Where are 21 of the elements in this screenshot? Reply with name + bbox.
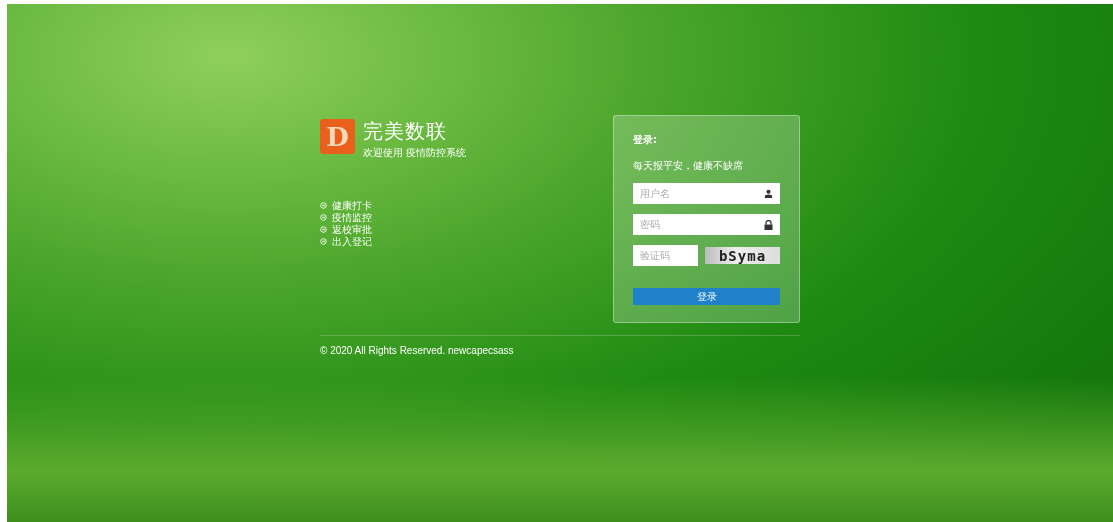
circle-arrow-icon <box>320 214 327 221</box>
username-field[interactable]: 用户名 <box>633 183 780 204</box>
login-button[interactable]: 登录 <box>633 288 780 305</box>
lock-icon <box>764 220 773 230</box>
captcha-image[interactable]: bSyma <box>705 247 780 264</box>
circle-arrow-icon <box>320 238 327 245</box>
feature-label: 出入登记 <box>332 236 372 247</box>
login-title: 登录: <box>633 133 658 147</box>
brand-subtitle: 欢迎使用 疫情防控系统 <box>363 146 467 160</box>
login-slogan: 每天报平安，健康不缺席 <box>633 159 744 173</box>
captcha-field[interactable]: 验证码 <box>633 245 698 266</box>
user-icon <box>764 189 773 198</box>
circle-arrow-icon <box>320 202 327 209</box>
copyright-text: © 2020 All Rights Reserved. newcapecsass <box>320 345 515 356</box>
logo: D <box>320 119 355 154</box>
password-field[interactable]: 密码 <box>633 214 780 235</box>
feature-label: 健康打卡 <box>332 200 372 211</box>
feature-label: 返校审批 <box>332 224 372 235</box>
circle-arrow-icon <box>320 226 327 233</box>
brand-name: 完美数联 <box>363 119 448 143</box>
feature-label: 疫情监控 <box>332 212 372 223</box>
